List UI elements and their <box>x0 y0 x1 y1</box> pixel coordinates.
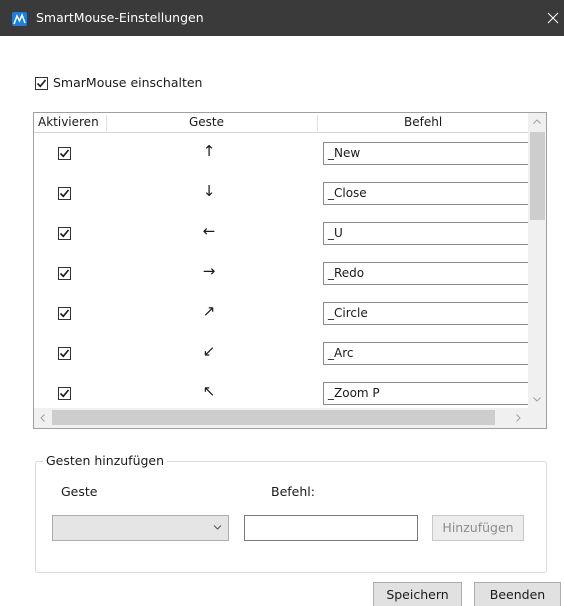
row-enable-checkbox[interactable] <box>58 267 71 280</box>
chevron-up-icon <box>533 119 541 124</box>
table-row: ↓ _Close <box>34 174 529 214</box>
chevron-left-icon <box>40 414 45 422</box>
checkmark-icon <box>59 389 70 398</box>
column-separator <box>317 115 318 131</box>
vertical-scroll-thumb[interactable] <box>530 132 545 220</box>
command-field[interactable]: _Close <box>323 182 529 205</box>
row-enable-checkbox[interactable] <box>58 347 71 360</box>
vertical-scrollbar[interactable] <box>528 113 546 408</box>
scrollbar-corner <box>528 408 546 428</box>
gesture-grid: Aktivieren Geste Befehl ↑ _New ↓ _Close … <box>33 112 547 429</box>
chevron-right-icon <box>516 414 521 422</box>
gesture-arrow: ↙ <box>202 342 216 360</box>
table-row: ← _U <box>34 214 529 254</box>
grid-header: Aktivieren Geste Befehl <box>34 113 546 133</box>
gesture-arrow: ← <box>202 222 216 240</box>
row-enable-checkbox[interactable] <box>58 387 71 400</box>
horizontal-scrollbar[interactable] <box>34 408 528 428</box>
command-field[interactable]: _Zoom P <box>323 382 529 405</box>
exit-button[interactable]: Beenden <box>474 582 561 606</box>
gesture-arrow: ↗ <box>202 302 216 320</box>
command-input[interactable] <box>244 515 418 541</box>
checkmark-icon <box>59 269 70 278</box>
window-title: SmartMouse-Einstellungen <box>36 10 204 25</box>
command-field[interactable]: _Redo <box>323 262 529 285</box>
column-header-aktivieren[interactable]: Aktivieren <box>38 113 99 133</box>
column-header-geste[interactable]: Geste <box>189 113 224 133</box>
checkmark-icon <box>59 189 70 198</box>
close-button[interactable] <box>542 6 564 30</box>
column-separator <box>106 115 107 131</box>
table-row: ↑ _New <box>34 134 529 174</box>
gesture-label: Geste <box>61 484 98 499</box>
horizontal-scroll-thumb[interactable] <box>52 410 495 425</box>
app-icon <box>12 12 27 26</box>
add-button[interactable]: Hinzufügen <box>432 515 524 541</box>
row-enable-checkbox[interactable] <box>58 187 71 200</box>
gesture-arrow: → <box>202 262 216 280</box>
enable-smartmouse-label: SmarMouse einschalten <box>53 75 203 90</box>
scroll-left-button[interactable] <box>34 409 52 427</box>
command-field[interactable]: _Arc <box>323 342 529 365</box>
save-button[interactable]: Speichern <box>373 582 462 606</box>
title-bar: SmartMouse-Einstellungen <box>0 0 564 36</box>
scroll-up-button[interactable] <box>528 113 546 131</box>
gesture-arrow: ↓ <box>202 182 216 200</box>
column-header-befehl[interactable]: Befehl <box>404 113 442 133</box>
checkmark-icon <box>59 309 70 318</box>
gesture-arrow: ↖ <box>202 382 216 400</box>
checkmark-icon <box>59 149 70 158</box>
scroll-right-button[interactable] <box>509 409 527 427</box>
row-enable-checkbox[interactable] <box>58 147 71 160</box>
command-field[interactable]: _New <box>323 142 529 165</box>
table-row: → _Redo <box>34 254 529 294</box>
chevron-down-icon <box>213 524 222 531</box>
chevron-down-icon <box>533 397 541 402</box>
close-icon <box>547 12 559 24</box>
add-gestures-legend: Gesten hinzufügen <box>43 453 168 468</box>
checkmark-icon <box>36 79 47 88</box>
row-enable-checkbox[interactable] <box>58 307 71 320</box>
table-row: ↙ _Arc <box>34 334 529 374</box>
command-field[interactable]: _U <box>323 222 529 245</box>
gesture-dropdown[interactable] <box>52 515 229 541</box>
command-label: Befehl: <box>271 484 315 499</box>
checkmark-icon <box>59 349 70 358</box>
gesture-arrow: ↑ <box>202 142 216 160</box>
row-enable-checkbox[interactable] <box>58 227 71 240</box>
command-field[interactable]: _Circle <box>323 302 529 325</box>
scroll-down-button[interactable] <box>528 390 546 408</box>
enable-smartmouse-checkbox[interactable] <box>35 77 48 90</box>
checkmark-icon <box>59 229 70 238</box>
table-row: ↗ _Circle <box>34 294 529 334</box>
